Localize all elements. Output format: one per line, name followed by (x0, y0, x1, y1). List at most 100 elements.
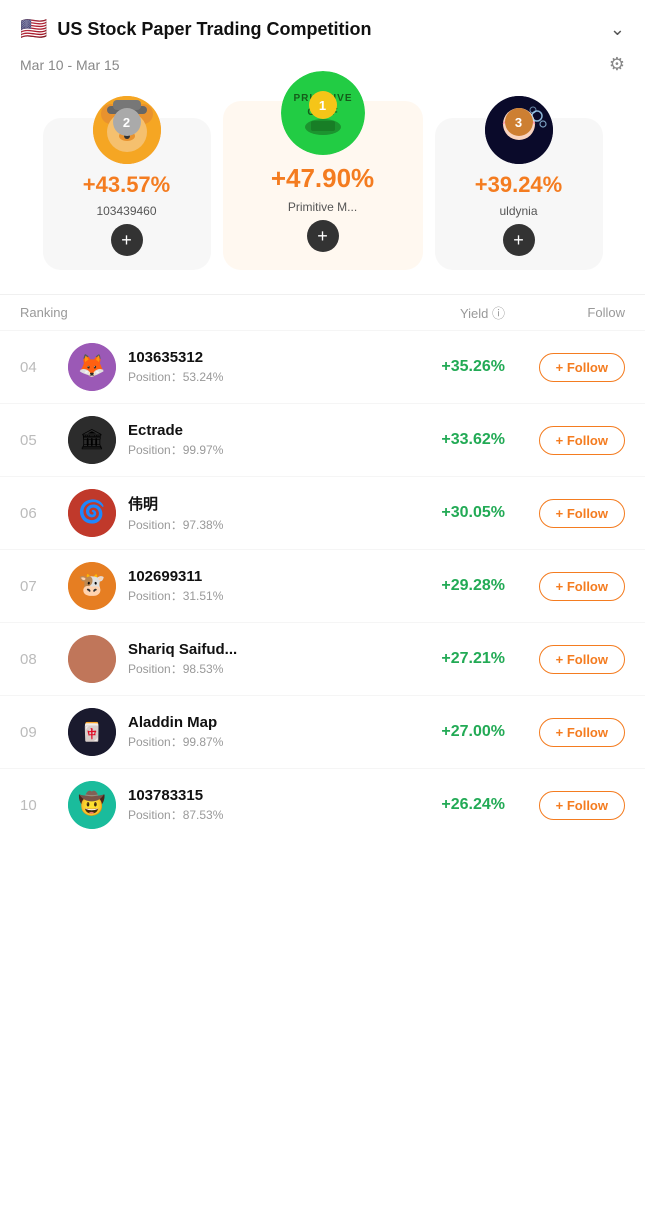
podium-card-3rd: 3 +39.24% uldynia + (435, 118, 603, 270)
row-avatar-wrap-9: 🀄 (68, 708, 116, 756)
podium-follow-btn-3rd[interactable]: + (503, 224, 535, 256)
table-row: 10 🤠 103783315 Position：87.53% +26.24% +… (0, 768, 645, 841)
row-position-9: Position：99.87% (128, 733, 405, 750)
row-avatar-6: 🌀 (68, 489, 116, 537)
row-name-7: 102699311 (128, 568, 405, 585)
row-rank-4: 04 (20, 359, 68, 376)
podium-card-1st: 1 PRIMITIVE CHEF +47.90% Primitive M... … (223, 101, 423, 270)
row-avatar-9: 🀄 (68, 708, 116, 756)
row-position-5: Position：99.97% (128, 441, 405, 458)
row-position-4: Position：53.24% (128, 368, 405, 385)
filter-icon[interactable]: ⚙ (609, 54, 625, 75)
row-yield-4: +35.26% (405, 358, 505, 376)
podium: 2 +43.57% 103439460 (0, 91, 645, 294)
col-yield: Yield ⓘ (405, 303, 505, 322)
row-rank-9: 09 (20, 724, 68, 741)
row-rank-10: 10 (20, 797, 68, 814)
row-yield-9: +27.00% (405, 723, 505, 741)
row-name-8: Shariq Saifud... (128, 641, 405, 658)
row-name-5: Ectrade (128, 422, 405, 439)
follow-button-9[interactable]: + Follow (539, 718, 625, 747)
row-avatar-wrap-6: 🌀 (68, 489, 116, 537)
follow-button-8[interactable]: + Follow (539, 645, 625, 674)
row-avatar-wrap-4: 🦊 (68, 343, 116, 391)
table-row: 07 🐮 102699311 Position：31.51% +29.28% +… (0, 549, 645, 622)
podium-name-3rd: uldynia (499, 204, 537, 218)
row-name-9: Aladdin Map (128, 714, 405, 731)
follow-button-6[interactable]: + Follow (539, 499, 625, 528)
chevron-down-icon[interactable]: ⌄ (610, 19, 625, 40)
follow-button-5[interactable]: + Follow (539, 426, 625, 455)
svg-text:🀄: 🀄 (81, 721, 103, 742)
row-yield-7: +29.28% (405, 577, 505, 595)
row-avatar-wrap-10: 🤠 (68, 781, 116, 829)
row-position-7: Position：31.51% (128, 587, 405, 604)
table-row: 08 Shariq Saifud... Position：98.53% +27.… (0, 622, 645, 695)
row-follow-wrap-4: + Follow (505, 353, 625, 382)
row-avatar-4: 🦊 (68, 343, 116, 391)
header-left: 🇺🇸 US Stock Paper Trading Competition (20, 16, 371, 42)
svg-text:🐮: 🐮 (78, 572, 105, 597)
row-rank-6: 06 (20, 505, 68, 522)
row-position-6: Position：97.38% (128, 516, 405, 533)
rank-badge-2: 2 (113, 108, 141, 136)
row-avatar-7: 🐮 (68, 562, 116, 610)
row-rank-5: 05 (20, 432, 68, 449)
row-avatar-5: 🏛 (68, 416, 116, 464)
svg-text:🏛: 🏛 (79, 428, 104, 451)
follow-button-7[interactable]: + Follow (539, 572, 625, 601)
row-yield-10: +26.24% (405, 796, 505, 814)
row-name-4: 103635312 (128, 349, 405, 366)
row-follow-wrap-8: + Follow (505, 645, 625, 674)
rank-badge-3: 3 (505, 108, 533, 136)
row-name-6: 伟明 (128, 493, 405, 514)
row-follow-wrap-9: + Follow (505, 718, 625, 747)
date-range: Mar 10 - Mar 15 (20, 57, 120, 73)
rank-badge-1: 1 (309, 91, 337, 119)
row-yield-5: +33.62% (405, 431, 505, 449)
row-yield-6: +30.05% (405, 504, 505, 522)
competition-title: US Stock Paper Trading Competition (57, 19, 371, 40)
row-avatar-8 (68, 635, 116, 683)
podium-name-1st: Primitive M... (288, 200, 357, 214)
row-avatar-wrap-5: 🏛 (68, 416, 116, 464)
col-ranking: Ranking (20, 305, 68, 320)
row-follow-wrap-6: + Follow (505, 499, 625, 528)
flag-icon: 🇺🇸 (20, 16, 47, 42)
row-info-5: Ectrade Position：99.97% (128, 422, 405, 458)
table-row: 06 🌀 伟明 Position：97.38% +30.05% + Follow (0, 476, 645, 549)
row-position-8: Position：98.53% (128, 660, 405, 677)
row-info-9: Aladdin Map Position：99.87% (128, 714, 405, 750)
row-position-10: Position：87.53% (128, 806, 405, 823)
row-avatar-wrap-7: 🐮 (68, 562, 116, 610)
podium-yield-2nd: +43.57% (83, 172, 170, 198)
follow-button-4[interactable]: + Follow (539, 353, 625, 382)
podium-yield-1st: +47.90% (271, 163, 374, 194)
row-follow-wrap-7: + Follow (505, 572, 625, 601)
table-row: 05 🏛 Ectrade Position：99.97% +33.62% + F… (0, 403, 645, 476)
row-follow-wrap-10: + Follow (505, 791, 625, 820)
header: 🇺🇸 US Stock Paper Trading Competition ⌄ (0, 0, 645, 50)
podium-card-2nd: 2 +43.57% 103439460 (43, 118, 211, 270)
podium-follow-btn-2nd[interactable]: + (111, 224, 143, 256)
row-info-6: 伟明 Position：97.38% (128, 493, 405, 533)
follow-button-10[interactable]: + Follow (539, 791, 625, 820)
svg-text:🦊: 🦊 (78, 353, 105, 378)
row-info-7: 102699311 Position：31.51% (128, 568, 405, 604)
row-follow-wrap-5: + Follow (505, 426, 625, 455)
row-avatar-wrap-8 (68, 635, 116, 683)
row-name-10: 103783315 (128, 787, 405, 804)
table-header: Ranking Yield ⓘ Follow (0, 294, 645, 330)
svg-text:🤠: 🤠 (78, 790, 105, 816)
leaderboard-table: 04 🦊 103635312 Position：53.24% +35.26% +… (0, 330, 645, 841)
row-info-10: 103783315 Position：87.53% (128, 787, 405, 823)
row-rank-7: 07 (20, 578, 68, 595)
row-avatar-10: 🤠 (68, 781, 116, 829)
row-info-4: 103635312 Position：53.24% (128, 349, 405, 385)
podium-yield-3rd: +39.24% (475, 172, 562, 198)
podium-follow-btn-1st[interactable]: + (307, 220, 339, 252)
podium-name-2nd: 103439460 (96, 204, 156, 218)
row-yield-8: +27.21% (405, 650, 505, 668)
col-follow: Follow (505, 305, 625, 320)
row-rank-8: 08 (20, 651, 68, 668)
